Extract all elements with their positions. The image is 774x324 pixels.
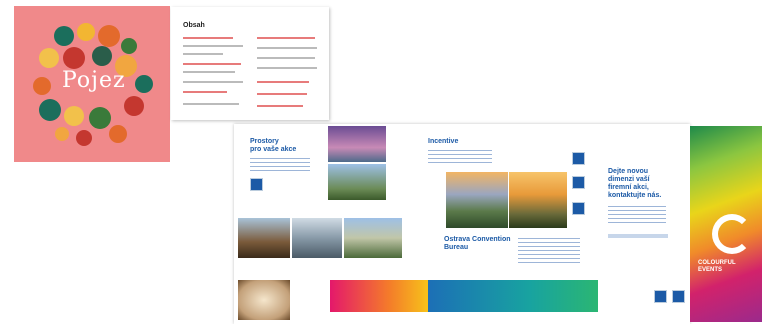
toc-entry: [183, 71, 235, 73]
toc-entry: [257, 37, 315, 39]
left-heading-line1: Prostory: [250, 138, 279, 145]
qr-code-icon: [572, 152, 585, 165]
toc-entry: [257, 81, 309, 83]
left-body-text: [250, 158, 310, 174]
qr-code-icon: [572, 202, 585, 215]
landscape-photo: [446, 172, 508, 228]
toc-entry: [257, 47, 317, 49]
toc-entry: [183, 81, 243, 83]
castle-photo: [328, 164, 386, 200]
back-cover-title: COLOURFUL EVENTS: [698, 260, 736, 274]
qr-code-icon: [654, 290, 667, 303]
hall-photo: [292, 218, 342, 258]
qr-code-icon: [572, 176, 585, 189]
back-cover-title-line2: EVENTS: [698, 267, 723, 273]
toc-entry: [257, 105, 303, 107]
right-heading-line3: firemní akci,: [608, 184, 649, 191]
contact-bar-left: [330, 280, 428, 312]
toc-entry: [183, 37, 233, 39]
toc-entry: [183, 103, 239, 105]
mid-body-text: [428, 150, 492, 164]
qr-code-icon: [250, 178, 263, 191]
bureau-heading: Ostrava Convention Bureau: [444, 236, 511, 252]
toc-entry: [183, 63, 241, 65]
bureau-title-line2: Bureau: [444, 244, 469, 251]
bureau-body-text: [518, 238, 580, 266]
left-heading: Prostory pro vaše akce: [250, 138, 296, 154]
toc-entry: [183, 91, 227, 93]
right-body-text: [608, 206, 666, 226]
back-cover: COLOURFUL EVENTS: [690, 126, 762, 322]
toc-entry: [183, 53, 223, 55]
right-heading-line1: Dejte novou: [608, 168, 649, 175]
right-heading-line2: dimenzi vaší: [608, 176, 650, 183]
toc-entry: [257, 57, 315, 59]
right-heading-line4: kontaktujte nás.: [608, 192, 662, 199]
sunset-photo: [509, 172, 567, 228]
contact-bar-right: [428, 280, 598, 312]
toc-entry: [257, 67, 317, 69]
concert-photo: [328, 126, 386, 162]
toc-entry: [183, 45, 243, 47]
c-logo-icon: [712, 214, 752, 254]
left-heading-line2: pro vaše akce: [250, 146, 297, 153]
right-heading: Dejte novou dimenzi vaší firemní akci, k…: [608, 168, 661, 200]
qr-code-icon: [672, 290, 685, 303]
toc-entry: [257, 93, 307, 95]
town-photo: [344, 218, 402, 258]
table-of-contents-page: Obsah: [171, 7, 329, 120]
cover-title: Pojez: [62, 68, 126, 93]
toc-heading: Obsah: [183, 22, 205, 29]
brochure-spread: Prostory pro vaše akce Incentive Ostrava…: [234, 124, 690, 324]
back-cover-title-line1: COLOURFUL: [698, 260, 736, 266]
partner-logos: [608, 234, 668, 238]
brochure-cover: Pojez: [14, 6, 170, 162]
building-photo: [238, 218, 290, 258]
mid-heading: Incentive: [428, 138, 459, 145]
banquet-photo: [238, 280, 290, 320]
bureau-title-line1: Ostrava Convention: [444, 236, 511, 243]
